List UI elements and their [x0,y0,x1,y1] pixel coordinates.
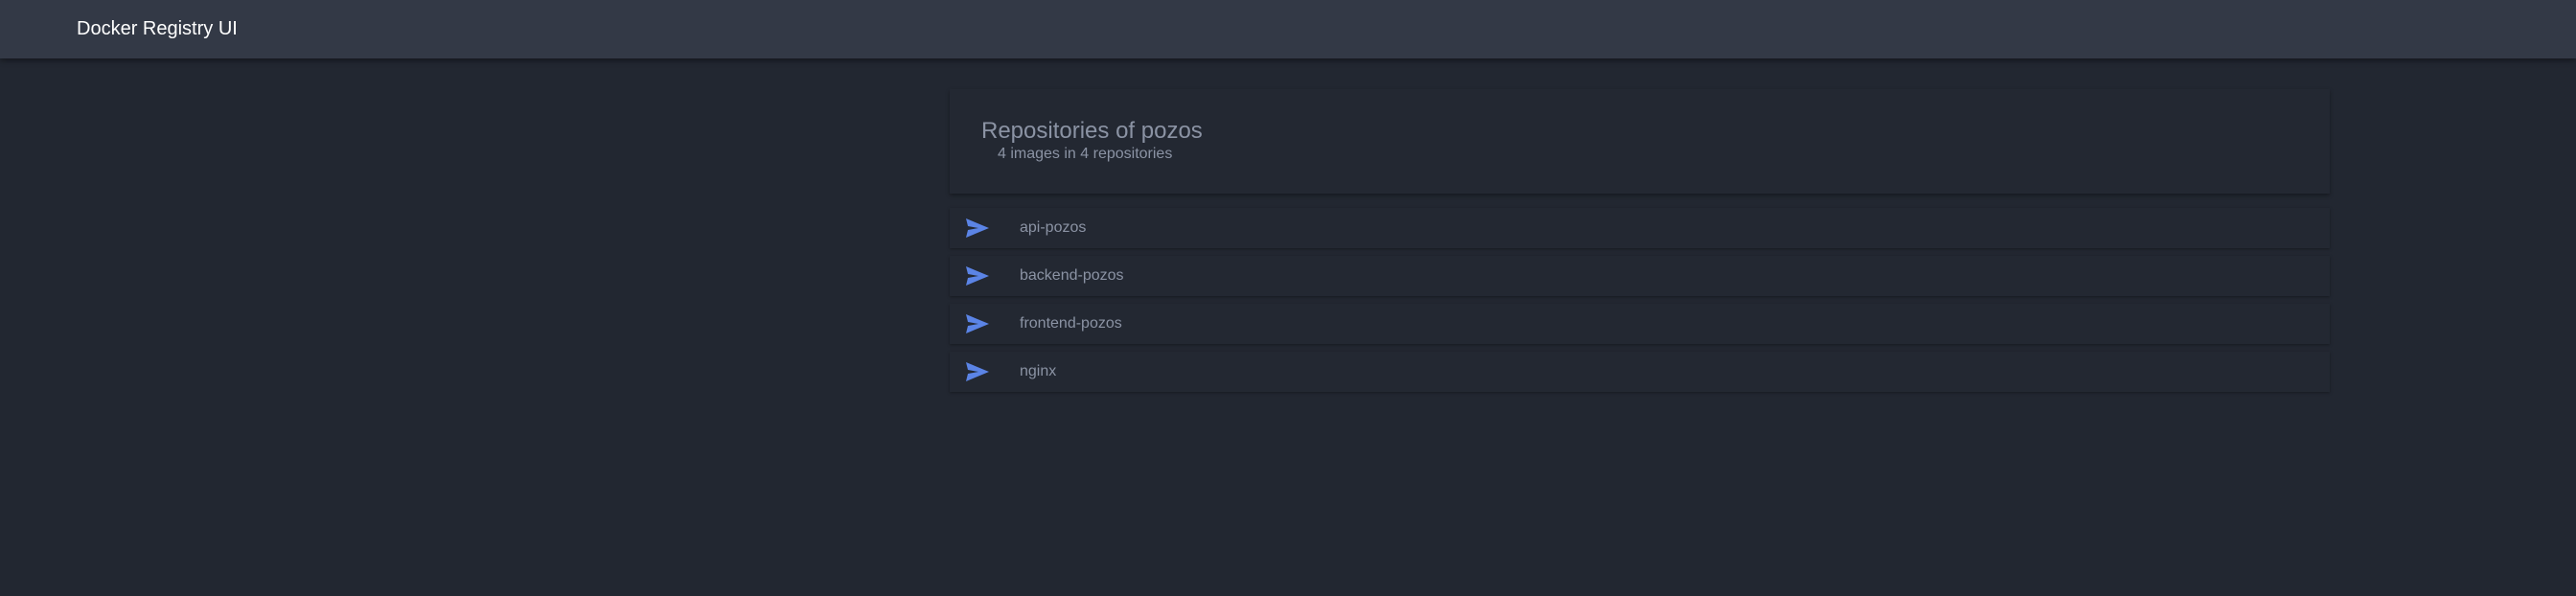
send-icon [966,218,989,238]
top-app-bar: Docker Registry UI [0,0,2576,58]
repository-name: frontend-pozos [1020,315,1122,332]
send-icon [966,266,989,286]
repository-name: nginx [1020,363,1057,379]
repository-item-api-pozos[interactable]: api-pozos [950,208,2330,248]
repository-item-frontend-pozos[interactable]: frontend-pozos [950,304,2330,344]
repository-name: api-pozos [1020,219,1087,236]
send-icon [966,362,989,381]
repositories-header-card: Repositories of pozos 4 images in 4 repo… [950,89,2330,194]
page-title: Repositories of pozos [981,118,1203,144]
send-icon [966,314,989,333]
repository-item-backend-pozos[interactable]: backend-pozos [950,256,2330,296]
repositories-count: 4 images in 4 repositories [998,146,1173,162]
repository-item-nginx[interactable]: nginx [950,352,2330,392]
repository-list: api-pozos backend-pozos frontend-pozos n… [950,208,2330,392]
repository-name: backend-pozos [1020,267,1124,284]
main-content: Repositories of pozos 4 images in 4 repo… [950,89,2330,400]
app-title[interactable]: Docker Registry UI [77,0,238,58]
